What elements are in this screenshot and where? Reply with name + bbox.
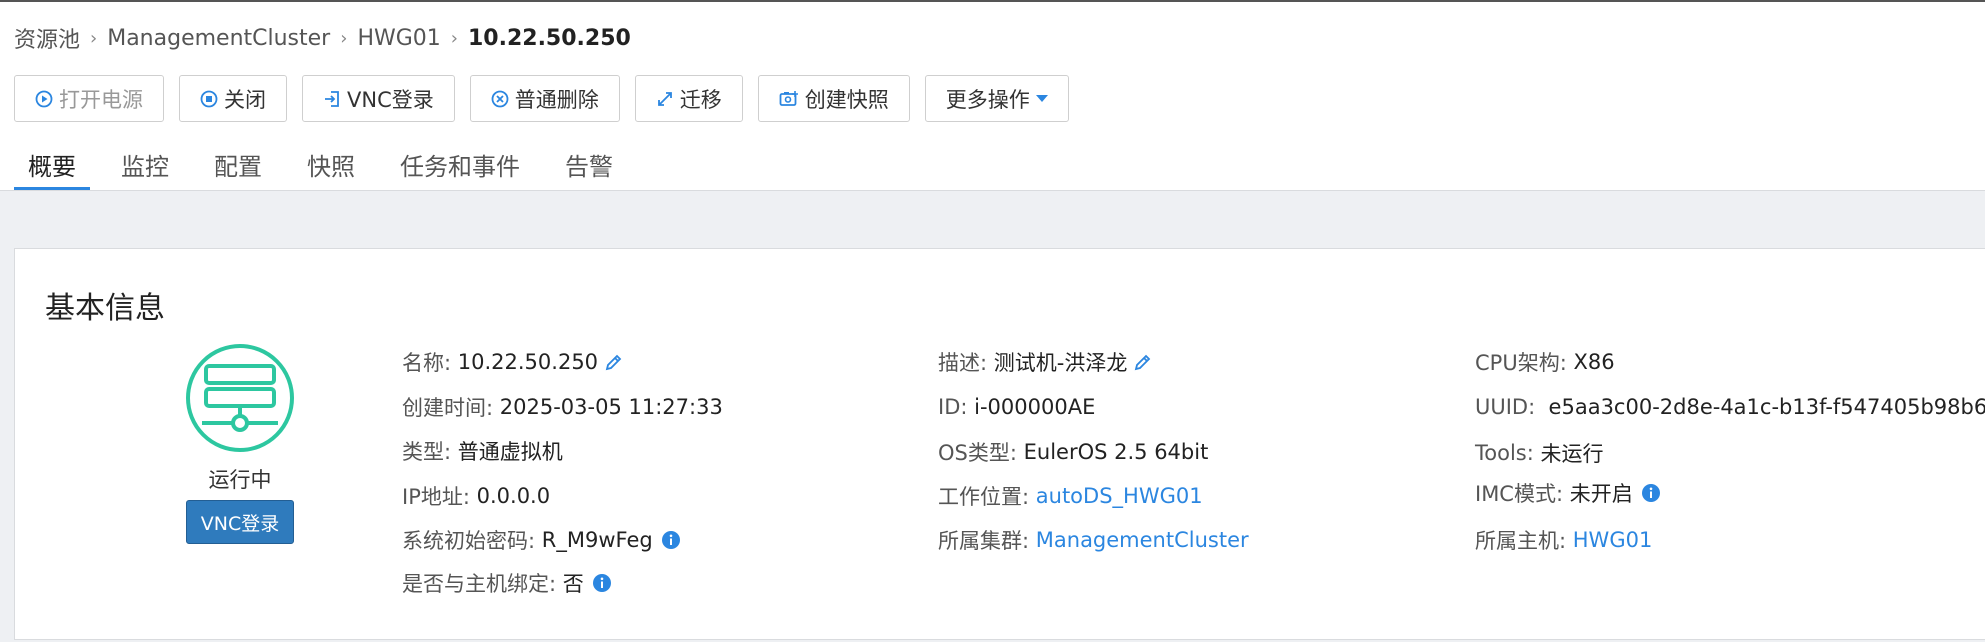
migrate-button[interactable]: 迁移 [634, 75, 743, 122]
location-link[interactable]: autoDS_HWG01 [1036, 484, 1203, 508]
imc-value: 未开启 [1569, 482, 1633, 506]
cluster-label: 所属集群: [938, 529, 1030, 553]
type-label: 类型: [402, 440, 452, 464]
shutdown-label: 关闭 [224, 87, 266, 112]
power-on-label: 打开电源 [59, 87, 143, 112]
breadcrumb-current-vm: 10.22.50.250 [467, 25, 631, 51]
password-label: 系统初始密码: [402, 529, 536, 553]
field-type: 类型: 普通虚拟机 [402, 436, 563, 466]
cpu-label: CPU架构: [1475, 351, 1567, 375]
description-label: 描述: [938, 351, 988, 375]
migrate-label: 迁移 [679, 87, 722, 112]
camera-plus-icon [779, 90, 799, 108]
field-initial-password: 系统初始密码: R_M9wFeg [402, 525, 681, 555]
vnc-login-panel-button[interactable]: VNC登录 [186, 500, 294, 544]
create-snapshot-label: 创建快照 [804, 87, 889, 112]
host-link[interactable]: HWG01 [1573, 528, 1653, 552]
host-label: 所属主机: [1475, 529, 1567, 553]
breadcrumb: 资源池 › ManagementCluster › HWG01 › 10.22.… [14, 22, 631, 54]
tab-bar: 概要 监控 配置 快照 任务和事件 告警 [14, 137, 658, 191]
field-os-type: OS类型: EulerOS 2.5 64bit [938, 437, 1208, 467]
created-label: 创建时间: [402, 396, 494, 420]
os-label: OS类型: [938, 441, 1017, 465]
breadcrumb-item-host[interactable]: HWG01 [357, 26, 440, 51]
tab-snapshot[interactable]: 快照 [307, 137, 355, 190]
tab-config[interactable]: 配置 [214, 137, 262, 190]
name-label: 名称: [402, 351, 452, 375]
info-icon[interactable] [661, 530, 681, 550]
tools-label: Tools: [1475, 441, 1534, 465]
uuid-label: UUID: [1475, 395, 1536, 419]
login-icon [323, 90, 341, 108]
info-icon[interactable] [1641, 483, 1661, 503]
top-border [0, 0, 1985, 2]
bind-label: 是否与主机绑定: [402, 572, 557, 596]
tab-alarms[interactable]: 告警 [565, 137, 613, 190]
field-created-time: 创建时间: 2025-03-05 11:27:33 [402, 392, 723, 422]
bind-value: 否 [562, 572, 584, 596]
delete-circle-icon [491, 90, 509, 108]
id-value: i-000000AE [974, 395, 1096, 419]
password-value: R_M9wFeg [541, 528, 653, 552]
edit-pencil-icon[interactable] [1133, 352, 1153, 372]
field-host-binding: 是否与主机绑定: 否 [402, 568, 612, 598]
basic-info-title: 基本信息 [45, 291, 165, 326]
tab-summary[interactable]: 概要 [14, 137, 90, 191]
field-imc-mode: IMC模式: 未开启 [1475, 478, 1661, 508]
basic-info-panel: 基本信息 运行中 VNC登录 名称: 10.22.50.250 创建时间: 20… [14, 248, 1985, 640]
chevron-right-icon: › [340, 27, 348, 49]
power-on-button[interactable]: 打开电源 [14, 75, 164, 122]
type-value: 普通虚拟机 [457, 440, 563, 464]
more-actions-dropdown[interactable]: 更多操作 [924, 75, 1069, 122]
info-icon[interactable] [592, 573, 612, 593]
field-work-location: 工作位置: autoDS_HWG01 [938, 481, 1203, 511]
edit-pencil-icon[interactable] [604, 352, 624, 372]
field-ip: IP地址: 0.0.0.0 [402, 481, 550, 511]
play-circle-icon [35, 90, 53, 108]
server-status-icon [184, 342, 296, 458]
expand-arrows-icon [656, 90, 674, 108]
delete-label: 普通删除 [514, 87, 599, 112]
cluster-link[interactable]: ManagementCluster [1036, 528, 1249, 552]
field-cluster: 所属集群: ManagementCluster [938, 525, 1249, 555]
cpu-value: X86 [1573, 350, 1615, 374]
shutdown-button[interactable]: 关闭 [179, 75, 287, 122]
os-value: EulerOS 2.5 64bit [1023, 440, 1209, 464]
create-snapshot-button[interactable]: 创建快照 [757, 75, 910, 122]
breadcrumb-item-cluster[interactable]: ManagementCluster [107, 26, 330, 51]
field-description: 描述: 测试机-洪泽龙 [938, 347, 1153, 377]
stop-circle-icon [200, 90, 218, 108]
tools-value: 未运行 [1540, 442, 1604, 466]
description-value: 测试机-洪泽龙 [993, 351, 1128, 375]
delete-button[interactable]: 普通删除 [469, 75, 620, 122]
tab-monitor[interactable]: 监控 [121, 137, 169, 190]
field-cpu-arch: CPU架构: X86 [1475, 347, 1615, 377]
chevron-right-icon: › [90, 27, 98, 49]
field-uuid: UUID: e5aa3c00-2d8e-4a1c-b13f-f547405b98… [1475, 392, 1985, 422]
id-label: ID: [938, 395, 968, 419]
uuid-value: e5aa3c00-2d8e-4a1c-b13f-f547405b98b6 [1548, 395, 1985, 419]
field-name: 名称: 10.22.50.250 [402, 347, 624, 377]
more-actions-label: 更多操作 [945, 87, 1030, 112]
field-id: ID: i-000000AE [938, 392, 1095, 422]
vm-status-text: 运行中 [208, 468, 272, 492]
vnc-login-label: VNC登录 [347, 87, 434, 112]
created-value: 2025-03-05 11:27:33 [499, 395, 723, 419]
caret-down-icon [1035, 95, 1048, 102]
vnc-login-button[interactable]: VNC登录 [302, 75, 455, 122]
location-label: 工作位置: [938, 485, 1030, 509]
chevron-right-icon: › [450, 27, 458, 49]
name-value: 10.22.50.250 [457, 350, 599, 374]
tab-tasks-events[interactable]: 任务和事件 [400, 137, 520, 190]
breadcrumb-item-resource-pool[interactable]: 资源池 [14, 22, 80, 54]
imc-label: IMC模式: [1475, 482, 1564, 506]
ip-value: 0.0.0.0 [476, 484, 551, 508]
field-tools: Tools: 未运行 [1475, 438, 1604, 468]
field-host: 所属主机: HWG01 [1475, 525, 1652, 555]
action-toolbar: 打开电源 关闭 VNC登录 普通删除 迁移 创建快照 更多操作 [14, 75, 1084, 122]
ip-label: IP地址: [402, 485, 470, 509]
